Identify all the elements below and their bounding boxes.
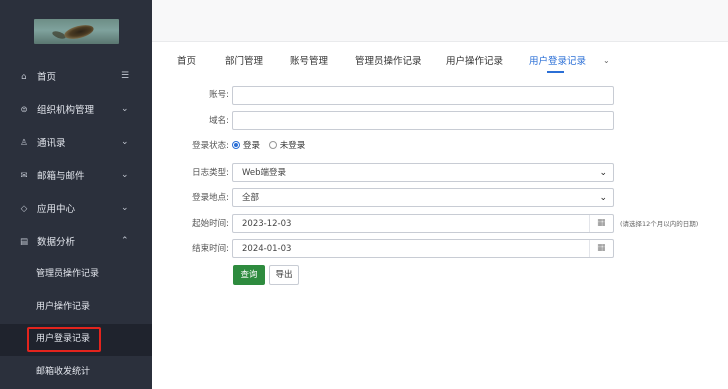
- log-type-label: 日志类型:: [192, 168, 229, 178]
- login-status-radio-group: 登录 未登录: [232, 140, 305, 152]
- home-icon: ⌂: [21, 72, 27, 82]
- sidebar-item-mail[interactable]: ✉ 邮箱与邮件 ⌄: [0, 161, 152, 193]
- sidebar-item-label: 应用中心: [37, 204, 76, 215]
- sidebar-item-label: 组织机构管理: [37, 105, 95, 116]
- chevron-down-icon: ⌄: [599, 168, 607, 178]
- tab-home[interactable]: 首页: [177, 55, 196, 68]
- sidebar-subitem-mail-stats[interactable]: 邮箱收发统计: [0, 357, 152, 389]
- sidebar-item-analytics[interactable]: ▤ 数据分析 ⌃: [0, 227, 152, 259]
- sidebar-subitem-admin-log[interactable]: 管理员操作记录: [0, 259, 152, 291]
- sidebar-item-org[interactable]: ⊜ 组织机构管理 ⌄: [0, 95, 152, 127]
- tab-user-op-log[interactable]: 用户操作记录: [446, 55, 503, 68]
- sidebar: ⌂ 首页 ☰ ⊜ 组织机构管理 ⌄ ♙ 通讯录 ⌄ ✉ 邮箱与邮件 ⌄ ◇ 应用…: [0, 0, 152, 389]
- date-range-hint: (请选择12个月以内的日期): [620, 220, 699, 228]
- tab-more-chevron-icon[interactable]: ⌄: [603, 56, 610, 66]
- radio-unchecked-icon: [268, 141, 277, 149]
- sidebar-subitem-label: 邮箱收发统计: [36, 367, 91, 377]
- radio-not-logged-in[interactable]: 未登录: [268, 141, 305, 151]
- radio-logged-in[interactable]: 登录: [232, 141, 260, 151]
- chevron-up-icon: ⌃: [121, 236, 129, 246]
- account-input[interactable]: [232, 86, 614, 105]
- account-label: 账号:: [209, 90, 229, 100]
- chevron-down-icon: ⌄: [121, 170, 129, 180]
- sidebar-item-apps[interactable]: ◇ 应用中心 ⌄: [0, 194, 152, 226]
- sidebar-item-label: 邮箱与邮件: [37, 171, 85, 182]
- calendar-icon: ▦: [597, 218, 606, 228]
- sidebar-item-label: 数据分析: [37, 237, 76, 248]
- tab-admin-log[interactable]: 管理员操作记录: [355, 55, 422, 68]
- query-button[interactable]: 查询: [233, 265, 265, 285]
- sidebar-subitem-label: 用户操作记录: [36, 302, 91, 312]
- menu-toggle-icon[interactable]: ☰: [121, 70, 129, 83]
- chevron-down-icon: ⌄: [121, 203, 129, 213]
- start-time-label: 起始时间:: [192, 219, 229, 229]
- chevron-down-icon: ⌄: [121, 104, 129, 114]
- app-icon: ◇: [20, 204, 28, 214]
- export-button[interactable]: 导出: [269, 265, 299, 285]
- calendar-button[interactable]: ▦: [589, 240, 613, 257]
- org-icon: ⊜: [20, 105, 28, 115]
- mail-icon: ✉: [20, 171, 28, 181]
- logo: [34, 19, 119, 44]
- chevron-down-icon: ⌄: [599, 193, 607, 203]
- calendar-icon: ▦: [597, 243, 606, 253]
- app-root: ⌂ 首页 ☰ ⊜ 组织机构管理 ⌄ ♙ 通讯录 ⌄ ✉ 邮箱与邮件 ⌄ ◇ 应用…: [0, 0, 728, 389]
- login-location-select[interactable]: 全部 ⌄: [232, 188, 614, 207]
- analytics-icon: ▤: [19, 237, 29, 247]
- sidebar-item-label: 首页: [37, 72, 57, 83]
- calendar-button[interactable]: ▦: [589, 215, 613, 232]
- active-tab-indicator: [547, 71, 564, 73]
- highlight-box: [27, 327, 101, 352]
- tab-accounts[interactable]: 账号管理: [290, 55, 328, 68]
- sidebar-subitem-user-op-log[interactable]: 用户操作记录: [0, 292, 152, 324]
- login-status-label: 登录状态:: [192, 141, 229, 151]
- end-date-input[interactable]: 2024-01-03 ▦: [232, 239, 614, 258]
- end-time-label: 结束时间:: [192, 244, 229, 254]
- radio-checked-icon: [232, 141, 240, 149]
- sidebar-subitem-label: 管理员操作记录: [36, 269, 100, 279]
- domain-label: 域名:: [209, 116, 229, 126]
- top-header: [152, 0, 728, 42]
- sidebar-item-home[interactable]: ⌂ 首页 ☰: [0, 62, 152, 94]
- sidebar-item-contacts[interactable]: ♙ 通讯录 ⌄: [0, 128, 152, 160]
- login-location-label: 登录地点:: [192, 193, 229, 203]
- tab-department[interactable]: 部门管理: [225, 55, 263, 68]
- sidebar-item-label: 通讯录: [37, 138, 66, 149]
- start-date-input[interactable]: 2023-12-03 ▦: [232, 214, 614, 233]
- contacts-icon: ♙: [20, 138, 28, 148]
- log-type-select[interactable]: Web端登录 ⌄: [232, 163, 614, 182]
- chevron-down-icon: ⌄: [121, 137, 129, 147]
- tab-user-login-log[interactable]: 用户登录记录: [529, 55, 586, 68]
- domain-input[interactable]: [232, 111, 614, 130]
